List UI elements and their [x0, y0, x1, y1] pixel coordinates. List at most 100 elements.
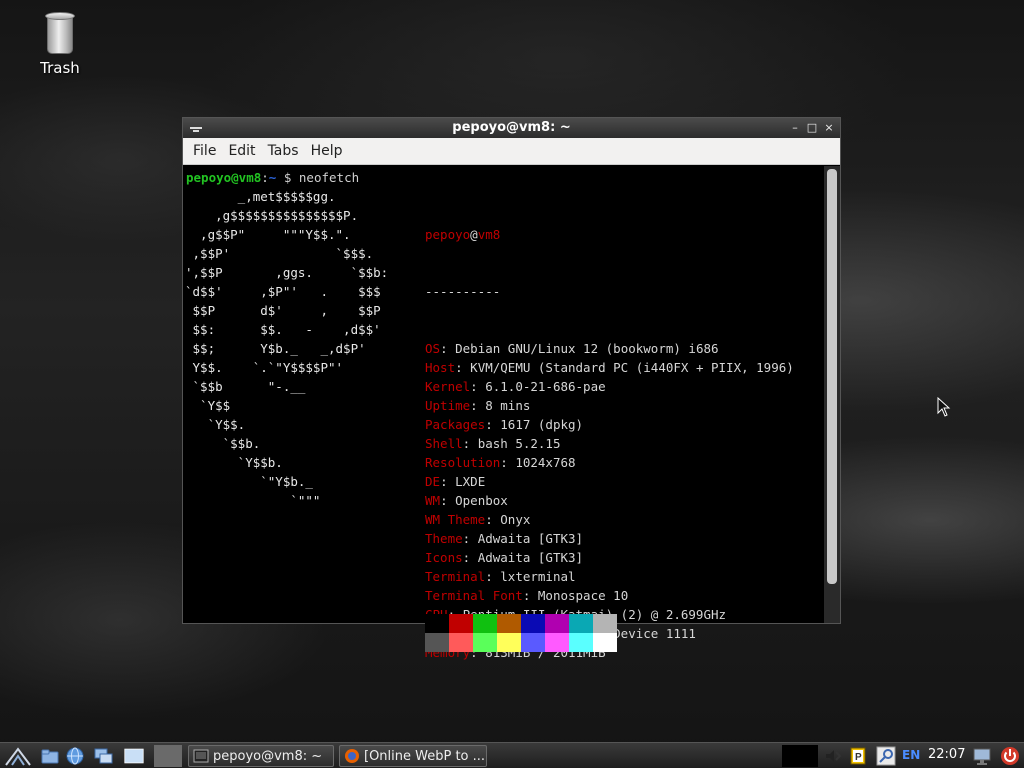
info-value: lxterminal	[500, 569, 576, 584]
desktop-icon-trash[interactable]: Trash	[30, 12, 90, 77]
info-row: Host: KVM/QEMU (Standard PC (i440FX + PI…	[425, 360, 794, 375]
task-button-terminal[interactable]: pepoyo@vm8: ~	[188, 745, 334, 767]
logo-line: `$$b.	[185, 436, 261, 451]
info-row: WM: Openbox	[425, 493, 508, 508]
info-value: Adwaita [GTK3]	[477, 550, 584, 565]
color-swatch	[449, 633, 473, 652]
info-key: Uptime	[425, 398, 471, 413]
info-row: Shell: bash 5.2.15	[425, 436, 561, 451]
trash-label: Trash	[40, 59, 80, 77]
color-palette	[425, 614, 617, 652]
color-swatch	[593, 614, 617, 633]
menu-file[interactable]: File	[187, 143, 222, 159]
color-swatch	[497, 633, 521, 652]
info-key: Resolution	[425, 455, 501, 470]
window-switcher-icon[interactable]	[94, 746, 114, 766]
info-value: Onyx	[500, 512, 531, 527]
info-row: WM Theme: Onyx	[425, 512, 531, 527]
info-row: Terminal Font: Monospace 10	[425, 588, 629, 603]
maximize-button[interactable]: □	[805, 120, 819, 135]
menu-tabs[interactable]: Tabs	[262, 143, 305, 159]
menu-bar: File Edit Tabs Help	[183, 138, 840, 165]
terminal-scrollbar[interactable]	[824, 166, 840, 623]
file-manager-icon[interactable]	[40, 746, 60, 766]
terminal-icon	[193, 749, 209, 763]
color-swatch	[425, 633, 449, 652]
web-browser-icon[interactable]	[65, 746, 85, 766]
info-value: Debian GNU/Linux 12 (bookworm) i686	[455, 341, 719, 356]
logo-line: _,met$$$$$gg.	[185, 189, 336, 204]
info-header: pepoyo@vm8	[425, 227, 501, 242]
window-titlebar[interactable]: pepoyo@vm8: ~ – □ ×	[183, 118, 840, 138]
power-icon[interactable]	[1000, 746, 1020, 766]
info-value: bash 5.2.15	[477, 436, 561, 451]
lxde-menu-icon[interactable]	[4, 745, 32, 767]
info-value: Adwaita [GTK3]	[477, 531, 584, 546]
color-swatch	[425, 614, 449, 633]
color-swatch	[473, 633, 497, 652]
info-key: Kernel	[425, 379, 471, 394]
info-row: Uptime: 8 mins	[425, 398, 531, 413]
clipboard-icon[interactable]: P	[848, 746, 868, 766]
info-row: DE: LXDE	[425, 474, 486, 489]
info-key: WM Theme	[425, 512, 486, 527]
info-key: Host	[425, 360, 456, 375]
logo-line: `Y$$b.	[185, 455, 283, 470]
info-row: Theme: Adwaita [GTK3]	[425, 531, 584, 546]
color-swatch	[545, 614, 569, 633]
logo-line: ',$$P ,ggs. `$$b:	[185, 265, 389, 280]
clock[interactable]: 22:07	[928, 747, 965, 762]
info-key: Theme	[425, 531, 463, 546]
color-swatch	[473, 614, 497, 633]
info-key: Shell	[425, 436, 463, 451]
tray-applet[interactable]	[782, 745, 818, 767]
logo-line: `Y$$	[185, 398, 231, 413]
search-icon[interactable]	[876, 746, 896, 766]
menu-edit[interactable]: Edit	[222, 143, 261, 159]
info-value: 1024x768	[515, 455, 576, 470]
info-value: Openbox	[455, 493, 508, 508]
info-value: Monospace 10	[537, 588, 629, 603]
command-prompt: pepoyo@vm8:~ $ neofetch	[186, 168, 359, 187]
taskbar: pepoyo@vm8: ~ [Online WebP to ... P EN 2…	[0, 742, 1024, 768]
keyboard-layout-indicator[interactable]: EN	[902, 748, 920, 762]
logo-line: `"""	[185, 493, 321, 508]
info-row: Terminal: lxterminal	[425, 569, 576, 584]
info-row: OS: Debian GNU/Linux 12 (bookworm) i686	[425, 341, 719, 356]
desktop-pager-icon[interactable]	[124, 746, 144, 766]
task-button-browser[interactable]: [Online WebP to ...	[339, 745, 487, 767]
info-key: Packages	[425, 417, 486, 432]
info-value: LXDE	[455, 474, 486, 489]
info-key: Terminal	[425, 569, 486, 584]
window-title: pepoyo@vm8: ~	[452, 120, 571, 135]
network-monitor-icon[interactable]	[972, 746, 992, 766]
close-button[interactable]: ×	[822, 120, 836, 135]
logo-line: ,g$$P" """Y$$.".	[185, 227, 351, 242]
info-key: DE	[425, 474, 441, 489]
color-swatch	[545, 633, 569, 652]
terminal-window[interactable]: pepoyo@vm8: ~ – □ × File Edit Tabs Help …	[182, 117, 841, 660]
volume-icon[interactable]	[822, 746, 842, 766]
logo-line: Y$$. `.`"Y$$$$P"'	[185, 360, 344, 375]
info-key: Icons	[425, 550, 463, 565]
desktop-pager-2[interactable]	[154, 745, 182, 767]
terminal-output[interactable]: pepoyo@vm8:~ $ neofetch _,met$$$$$gg. ,g…	[183, 166, 826, 660]
logo-line: $$P d$' , $$P	[185, 303, 381, 318]
scrollbar-thumb[interactable]	[827, 169, 837, 584]
logo-line: `$$b "-.__	[185, 379, 306, 394]
logo-line: `"Y$b._	[185, 474, 313, 489]
info-row: Kernel: 6.1.0-21-686-pae	[425, 379, 606, 394]
minimize-button[interactable]: –	[788, 120, 802, 135]
menu-help[interactable]: Help	[305, 143, 349, 159]
firefox-icon	[345, 749, 359, 763]
logo-line: $$: $$. - ,d$$'	[185, 322, 381, 337]
logo-line: `Y$$.	[185, 417, 246, 432]
logo-line: ,g$$$$$$$$$$$$$$$P.	[185, 208, 359, 223]
svg-text:P: P	[855, 752, 862, 763]
info-key: OS	[425, 341, 441, 356]
info-key: WM	[425, 493, 441, 508]
color-swatch	[497, 614, 521, 633]
info-separator: ----------	[425, 284, 501, 299]
info-value: 8 mins	[485, 398, 531, 413]
info-value: KVM/QEMU (Standard PC (i440FX + PIIX, 19…	[470, 360, 794, 375]
